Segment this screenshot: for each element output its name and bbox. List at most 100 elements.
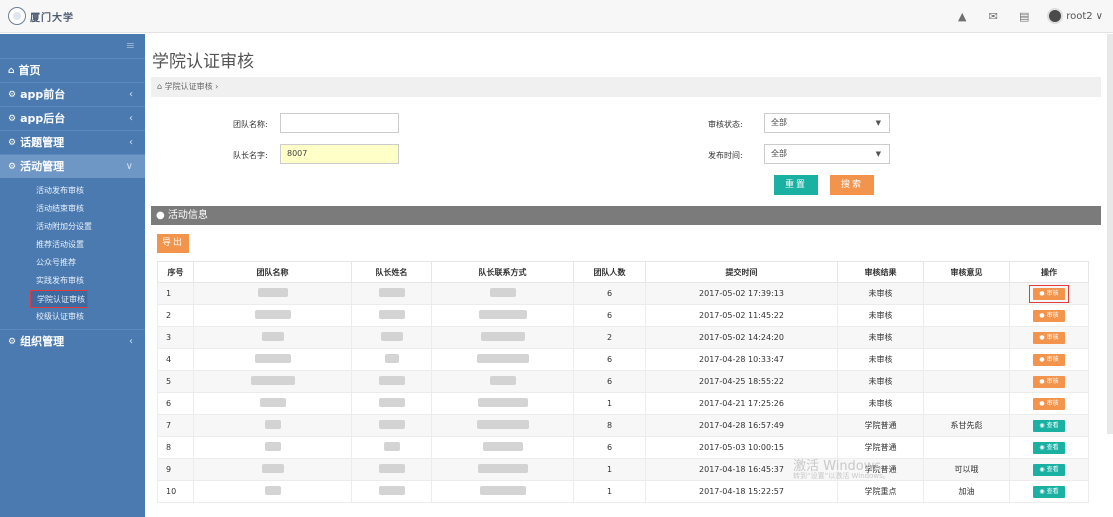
sidebar-subitem[interactable]: 实践发布审核 — [0, 272, 145, 290]
eye-icon: ◉ — [1039, 421, 1047, 429]
review-result-cell: 未审核 — [837, 282, 924, 305]
message-icon[interactable]: ▤ — [1016, 10, 1032, 23]
eye-icon: ◉ — [1039, 465, 1047, 473]
redacted-text — [250, 376, 295, 385]
logo[interactable]: 厦门大学 — [8, 7, 74, 25]
user-menu[interactable]: root2 ∨ — [1047, 8, 1103, 24]
redacted-text — [384, 354, 399, 363]
redacted-text — [477, 464, 528, 473]
team-size-cell: 8 — [573, 414, 646, 437]
row-number: 6 — [157, 392, 194, 415]
sidebar-item-app-back[interactable]: ⚙ app后台 ‹ — [0, 106, 145, 130]
chevron-left-icon: ‹ — [129, 136, 133, 148]
leader-contact-cell — [431, 348, 574, 371]
scrollbar[interactable] — [1107, 34, 1113, 434]
redacted-text — [264, 442, 281, 451]
action-button-wrapper: ◉ 查看 — [1030, 440, 1068, 456]
eye-icon: ◉ — [1039, 443, 1047, 451]
review-button[interactable]: ● 审核 — [1033, 309, 1065, 322]
gears-icon: ⚙ — [8, 89, 17, 100]
university-seal-icon — [8, 7, 26, 25]
redacted-text — [261, 464, 284, 473]
action-button-wrapper: ◉ 查看 — [1030, 462, 1068, 478]
review-button[interactable]: ● 审核 — [1033, 287, 1065, 300]
team-name-cell — [193, 392, 352, 415]
submit-time-cell: 2017-04-18 15:22:57 — [645, 480, 838, 503]
breadcrumb-item[interactable]: 学院认证审核 › — [165, 82, 219, 91]
avatar — [1047, 8, 1064, 24]
warning-icon[interactable]: ▲ — [954, 10, 970, 23]
info-icon: ● — [156, 210, 165, 221]
redacted-text — [476, 420, 529, 429]
mail-icon[interactable]: ✉ — [985, 10, 1001, 23]
sidebar-item-app-front[interactable]: ⚙ app前台 ‹ — [0, 82, 145, 106]
view-button[interactable]: ◉ 查看 — [1033, 463, 1065, 476]
leader-contact-cell — [431, 458, 574, 481]
column-header: 队长联系方式 — [431, 261, 574, 283]
leader-contact-cell — [431, 480, 574, 503]
action-label: 审核 — [1046, 377, 1059, 385]
action-label: 审核 — [1046, 333, 1059, 341]
sidebar-item-label: app前台 — [20, 87, 66, 101]
sidebar-subitem[interactable]: 活动结束审核 — [0, 200, 145, 218]
search-button[interactable]: 搜索 — [830, 175, 874, 195]
review-button[interactable]: ● 审核 — [1033, 397, 1065, 410]
view-button[interactable]: ◉ 查看 — [1033, 419, 1065, 432]
team-name-cell — [193, 436, 352, 459]
leader-contact-cell — [431, 414, 574, 437]
team-name-input[interactable] — [280, 113, 399, 133]
team-name-cell — [193, 414, 352, 437]
sidebar-item-activities[interactable]: ⚙ 活动管理 ∨ — [0, 154, 145, 178]
redacted-text — [378, 310, 405, 319]
review-button[interactable]: ● 审核 — [1033, 353, 1065, 366]
row-number: 10 — [157, 480, 194, 503]
leader-name-cell — [351, 480, 432, 503]
caret-down-icon: ▼ — [875, 150, 881, 158]
review-button[interactable]: ● 审核 — [1033, 331, 1065, 344]
sidebar-subitem[interactable]: 公众号推荐 — [0, 254, 145, 272]
redacted-text — [254, 310, 291, 319]
sidebar-subitem[interactable]: 校级认证审核 — [0, 308, 145, 326]
sidebar-item-organizations[interactable]: ⚙ 组织管理 ‹ — [0, 329, 145, 353]
status-select-value: 全部 — [771, 118, 787, 127]
export-button[interactable]: 导出 — [157, 234, 189, 253]
time-select[interactable]: 全部 ▼ — [764, 144, 890, 164]
table-row: 1 6 2017-05-02 17:39:13 未审核 ● 审核 — [157, 282, 1089, 305]
reset-button[interactable]: 重置 — [774, 175, 818, 195]
sidebar-item-topics[interactable]: ⚙ 话题管理 ‹ — [0, 130, 145, 154]
review-result-cell: 学院普通 — [837, 414, 924, 437]
action-label: 审核 — [1046, 355, 1059, 363]
page-title: 学院认证审核 — [152, 52, 254, 72]
review-icon: ● — [1039, 399, 1047, 407]
review-icon: ● — [1039, 289, 1047, 297]
gears-icon: ⚙ — [8, 336, 17, 347]
status-select[interactable]: 全部 ▼ — [764, 113, 890, 133]
row-number: 3 — [157, 326, 194, 349]
row-number: 8 — [157, 436, 194, 459]
review-icon: ● — [1039, 311, 1047, 319]
sidebar-item-home[interactable]: ⌂ 首页 — [0, 58, 145, 82]
table-row: 4 6 2017-04-28 10:33:47 未审核 ● 审核 — [157, 348, 1089, 371]
view-button[interactable]: ◉ 查看 — [1033, 485, 1065, 498]
sidebar-subitem-current[interactable]: 学院认证审核 — [30, 290, 88, 308]
sidebar-subitem[interactable]: 活动发布审核 — [0, 182, 145, 200]
menu-toggle-icon[interactable]: ≡ — [0, 34, 145, 58]
action-button-wrapper: ● 审核 — [1029, 284, 1069, 303]
sidebar-subitem[interactable]: 活动附加分设置 — [0, 218, 145, 236]
row-number: 7 — [157, 414, 194, 437]
action-cell: ● 审核 — [1009, 370, 1089, 393]
leader-name-input[interactable]: 8007 — [280, 144, 399, 164]
view-button[interactable]: ◉ 查看 — [1033, 441, 1065, 454]
review-button[interactable]: ● 审核 — [1033, 375, 1065, 388]
leader-contact-cell — [431, 436, 574, 459]
action-button-wrapper: ◉ 查看 — [1030, 418, 1068, 434]
review-icon: ● — [1039, 377, 1047, 385]
sidebar-item-label: 首页 — [18, 63, 41, 77]
home-icon[interactable]: ⌂ — [157, 82, 165, 91]
submit-time-cell: 2017-05-02 17:39:13 — [645, 282, 838, 305]
table-row: 7 8 2017-04-28 16:57:49 学院普通 系甘先彪 ◉ 查看 — [157, 414, 1089, 437]
gears-icon: ⚙ — [8, 113, 17, 124]
sidebar-subitem[interactable]: 推荐活动设置 — [0, 236, 145, 254]
sidebar-item-label: 话题管理 — [20, 135, 65, 149]
column-header: 提交时间 — [645, 261, 838, 283]
